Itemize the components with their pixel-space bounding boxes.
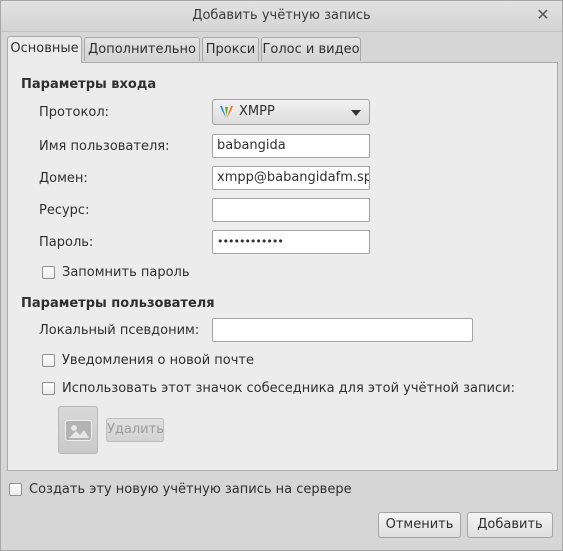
tab-voice-video[interactable]: Голос и видео xyxy=(261,37,361,61)
create-on-server-label[interactable]: Создать эту новую учётную запись на серв… xyxy=(29,482,352,497)
buddy-icon-button[interactable] xyxy=(58,406,98,454)
password-input[interactable]: •••••••••••• xyxy=(212,230,370,254)
username-label: Имя пользователя: xyxy=(39,139,170,154)
title-bar: Добавить учётную запись ✕ xyxy=(1,1,562,32)
add-button[interactable]: Добавить xyxy=(467,512,553,538)
xmpp-icon xyxy=(220,106,233,118)
tab-advanced[interactable]: Дополнительно xyxy=(84,37,200,61)
user-options-heading: Параметры пользователя xyxy=(21,296,215,311)
image-placeholder-icon xyxy=(65,420,92,441)
resource-label: Ресурс: xyxy=(39,203,90,218)
use-buddy-icon-label[interactable]: Использовать этот значок собеседника для… xyxy=(62,381,515,396)
login-options-heading: Параметры входа xyxy=(21,77,157,92)
username-input[interactable]: babangida xyxy=(212,134,370,158)
close-icon[interactable]: ✕ xyxy=(534,6,552,24)
local-alias-input[interactable] xyxy=(212,318,473,342)
tab-basic[interactable]: Основные xyxy=(7,36,82,63)
resource-input[interactable] xyxy=(212,198,370,222)
domain-label: Домен: xyxy=(39,171,88,186)
protocol-select-value: XMPP xyxy=(239,104,275,119)
cancel-button[interactable]: Отменить xyxy=(378,512,461,538)
chevron-down-icon xyxy=(351,110,361,116)
remove-icon-button[interactable]: Удалить xyxy=(106,418,164,442)
tab-proxy[interactable]: Прокси xyxy=(202,37,259,61)
picture-icon xyxy=(69,425,89,438)
basic-tab-panel: Параметры входа Протокол: XMPP Имя польз… xyxy=(7,62,558,471)
local-alias-label: Локальный псевдоним: xyxy=(39,323,200,338)
new-mail-notify-label[interactable]: Уведомления о новой почте xyxy=(62,353,254,368)
remember-password-label[interactable]: Запомнить пароль xyxy=(62,265,190,280)
protocol-label: Протокол: xyxy=(39,105,110,120)
protocol-select[interactable]: XMPP xyxy=(212,99,370,125)
domain-input[interactable]: xmpp@babangidafm.spa xyxy=(212,166,370,190)
window-title: Добавить учётную запись xyxy=(192,8,371,23)
create-on-server-checkbox[interactable] xyxy=(9,483,22,496)
use-buddy-icon-checkbox[interactable] xyxy=(42,382,55,395)
new-mail-notify-checkbox[interactable] xyxy=(42,354,55,367)
password-label: Пароль: xyxy=(39,235,94,250)
remember-password-checkbox[interactable] xyxy=(42,266,55,279)
add-account-dialog: Добавить учётную запись ✕ Основные Допол… xyxy=(0,0,563,551)
